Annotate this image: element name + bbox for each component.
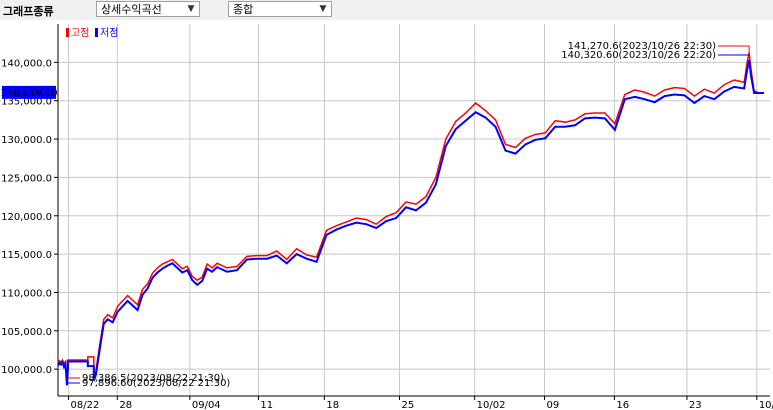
- x-tick-label: 10/02: [477, 400, 506, 410]
- graph-type-value: 상세수익곡선: [101, 3, 162, 16]
- y-tick-label: 110,000.0: [1, 288, 52, 299]
- scope-select[interactable]: 종합 ▼: [228, 1, 332, 17]
- x-tick-label: 16: [616, 400, 629, 410]
- scope-value: 종합: [233, 3, 254, 16]
- y-tick-label: 120,000.0: [1, 212, 52, 223]
- x-tick-label: 18: [326, 400, 339, 410]
- y-tick-label: 115,000.0: [1, 250, 52, 261]
- chevron-down-icon[interactable]: ▼: [185, 2, 197, 16]
- toolbar: 그래프종류 상세수익곡선 ▼ 종합 ▼: [0, 0, 773, 20]
- x-tick-label: 08/22: [71, 400, 100, 410]
- current-value-label: 136,019.20: [0, 88, 57, 99]
- y-tick-label: 130,000.0: [1, 135, 52, 146]
- x-tick-label: 10/30: [759, 400, 773, 410]
- x-tick-label: 11: [260, 400, 273, 410]
- equity-curve-chart: 100,000.0 105,000.0 110,000.0 115,000.0 120,…: [0, 24, 773, 410]
- y-tick-label: 140,000.0: [1, 58, 52, 69]
- x-tick-label: 09: [547, 400, 560, 410]
- x-tick-label: 09/04: [192, 400, 221, 410]
- x-tick-label: 25: [401, 400, 414, 410]
- legend-label-low: 저점: [100, 27, 118, 39]
- graph-type-select[interactable]: 상세수익곡선 ▼: [96, 1, 200, 17]
- max-low-annotation: 140,320.60(2023/10/26 22:20): [561, 50, 716, 61]
- graph-type-label: 그래프종류: [3, 5, 54, 18]
- min-low-annotation: 97,896.60(2023/08/22 21:30): [82, 378, 230, 389]
- legend-label-high: 고점: [71, 27, 89, 39]
- x-tick-label: 23: [689, 400, 702, 410]
- y-tick-label: 100,000.0: [1, 365, 52, 376]
- y-tick-label: 105,000.0: [1, 327, 52, 338]
- legend-swatch-low: [95, 28, 98, 37]
- y-tick-label: 125,000.0: [1, 173, 52, 184]
- legend-swatch-high: [66, 28, 69, 37]
- chevron-down-icon[interactable]: ▼: [317, 2, 329, 16]
- x-tick-label: 28: [119, 400, 132, 410]
